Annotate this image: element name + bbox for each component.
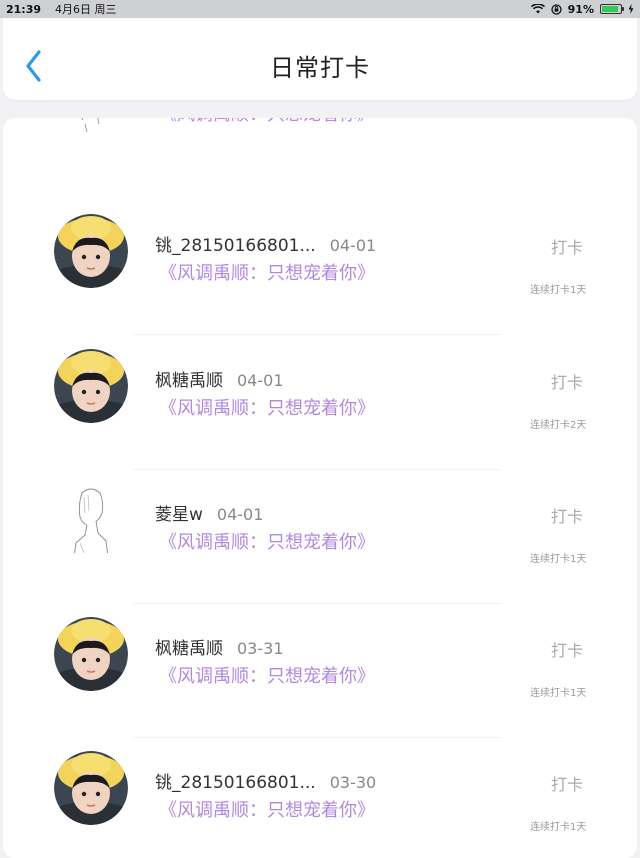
streak-text: 连续打卡1天 [530,285,587,296]
avatar[interactable] [54,349,128,423]
checkin-button[interactable]: 打卡 [551,369,583,393]
user-name-text: 铫_28150166801... [155,236,316,256]
list-item[interactable]: 枫糖禹顺 04-01 《风调禹顺：只想宠着你》 打卡 连续打卡2天 [3,303,637,470]
checkin-date: 03-30 [329,773,377,792]
status-time: 21:39 [6,2,42,16]
avatar[interactable] [54,751,128,825]
user-name: 铫_28150166801... 03-30 [155,768,376,793]
orientation-lock-icon [551,3,562,15]
checkin-date: 04-01 [237,371,284,390]
status-right: 91% [530,2,634,16]
charging-bolt-icon [628,4,634,14]
checkin-button[interactable]: 打卡 [551,637,583,661]
checkin-list: 《风调禹顺：只想宠着你》 铫_28150166801... 04-01 《风调禹顺… [3,118,637,858]
streak-text: 连续打卡2天 [530,420,587,431]
streak-text: 连续打卡1天 [530,822,587,833]
list-item[interactable]: 铫_28150166801... 03-30 《风调禹顺：只想宠着你》 打卡 连续… [3,705,637,839]
streak-text: 连续打卡1天 [530,688,587,699]
nav-bar: 日常打卡 [3,18,637,100]
book-title: 《风调禹顺：只想宠着你》 [159,800,375,821]
streak-text: 连续打卡1天 [530,554,587,565]
checkin-date: 03-31 [237,639,284,658]
book-title: 《风调禹顺：只想宠着你》 [159,666,375,687]
photo-avatar-image [54,751,128,825]
user-name-text: 枫糖禹顺 [155,371,223,391]
user-name: 枫糖禹顺 03-31 [155,634,284,659]
photo-avatar-image [54,214,128,288]
book-title: 《风调禹顺：只想宠着你》 [159,532,375,553]
photo-avatar-image [54,349,128,423]
book-title: 《风调禹顺：只想宠着你》 [159,398,375,419]
sketch-avatar-icon [81,118,100,132]
battery-percent: 91% [567,2,594,16]
checkin-button[interactable]: 打卡 [551,503,583,527]
user-name: 铫_28150166801... 04-01 [155,231,376,256]
page-title: 日常打卡 [270,54,370,82]
user-name-text: 菱星w [155,505,203,525]
avatar[interactable] [54,214,128,288]
avatar[interactable] [54,617,128,691]
user-name: 枫糖禹顺 04-01 [155,366,284,391]
battery-icon [600,4,624,14]
partial-subtitle: 《风调禹顺：只想宠着你》 [159,118,375,126]
user-name: 菱星w 04-01 [155,500,263,525]
list-item[interactable]: 枫糖禹顺 03-31 《风调禹顺：只想宠着你》 打卡 连续打卡1天 [3,571,637,738]
status-date: 4月6日 周三 [55,3,117,16]
book-title: 《风调禹顺：只想宠着你》 [159,263,375,284]
list-item-partial[interactable]: 《风调禹顺：只想宠着你》 [3,118,637,144]
checkin-button[interactable]: 打卡 [551,234,583,258]
checkin-button[interactable]: 打卡 [551,771,583,795]
list-item[interactable]: 铫_28150166801... 04-01 《风调禹顺：只想宠着你》 打卡 连续… [3,168,637,335]
avatar[interactable] [54,483,128,557]
user-name-text: 枫糖禹顺 [155,639,223,659]
user-name-text: 铫_28150166801... [155,773,316,793]
sketch-avatar-image [54,483,128,557]
photo-avatar-image [54,617,128,691]
list-item[interactable]: 菱星w 04-01 《风调禹顺：只想宠着你》 打卡 连续打卡1天 [3,437,637,604]
wifi-icon [530,4,545,14]
checkin-date: 04-01 [216,505,264,524]
checkin-date: 04-01 [329,236,377,255]
status-bar: 21:39 4月6日 周三 91% [0,0,640,18]
